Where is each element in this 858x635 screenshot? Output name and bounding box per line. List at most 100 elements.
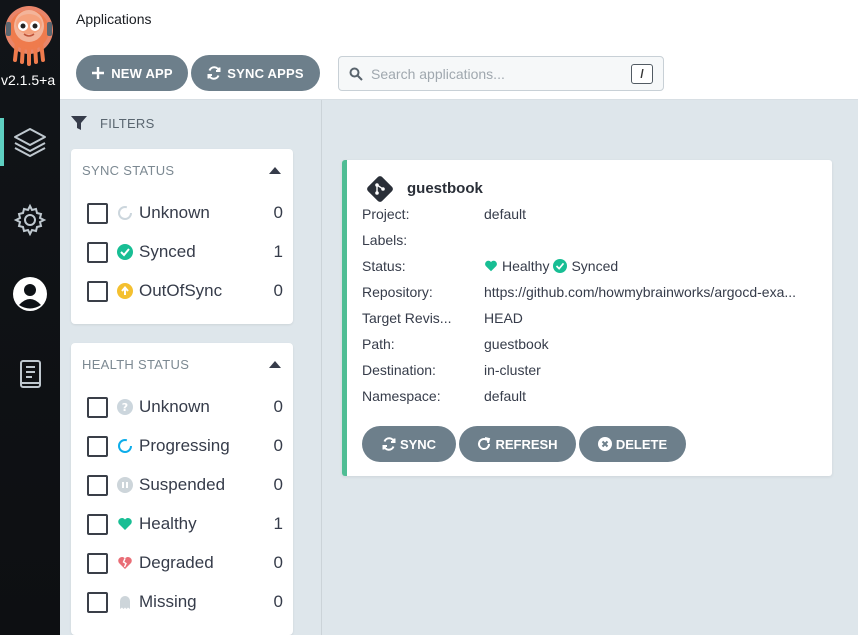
health-filter-healthy: Healthy 1 [87,511,283,537]
toolbar: NEW APP SYNC APPS / [60,48,858,100]
layers-icon [14,128,46,157]
health-healthy-label: Healthy [139,514,197,533]
app-sync-label: SYNC [399,436,437,452]
filters-header: FILTERS [70,114,155,132]
check-circle-icon [553,259,568,273]
filters-heading: FILTERS [100,115,155,131]
field-value: https://github.com/howmybrainworks/argoc… [484,284,797,300]
nav-user-info[interactable] [0,266,60,322]
app-sync-button[interactable]: SYNC [362,426,456,462]
health-unknown-checkbox[interactable] [87,396,108,418]
search-icon [349,67,363,81]
user-icon [13,277,47,311]
sync-filter-outofsync: OutOfSync 0 [87,278,283,304]
field-key: Target Revis... [362,310,452,326]
health-missing-count: 0 [273,592,283,611]
nav-settings[interactable] [0,192,60,248]
times-circle-icon [597,437,612,451]
app-refresh-label: REFRESH [495,436,558,452]
health-degraded-checkbox[interactable] [87,552,108,574]
health-suspended-label: Suspended [139,475,226,494]
health-status-text: Healthy [502,258,550,274]
filter-icon [71,116,87,130]
health-healthy-count: 1 [273,514,283,533]
search-box: / [338,56,664,91]
field-key: Repository: [362,284,433,300]
plus-icon [92,67,105,79]
field-value: default [484,206,527,222]
top-bar: Applications [60,0,858,48]
circle-notch-icon [118,206,132,220]
health-progressing-checkbox[interactable] [87,435,108,457]
nav-documentation[interactable] [0,346,60,402]
field-key: Destination: [362,362,436,378]
arrow-up-circle-icon [117,283,133,299]
circle-notch-icon [118,439,132,453]
version-label: v2.1.5+a [1,72,56,88]
health-healthy-checkbox[interactable] [87,513,108,535]
pause-circle-icon [117,477,133,493]
sync-status-text: Synced [571,258,619,274]
app-refresh-button[interactable]: REFRESH [459,426,576,462]
sync-unknown-count: 0 [273,203,283,222]
field-key: Path: [362,336,395,352]
app-name: guestbook [407,180,483,197]
health-status-filter: HEALTH STATUS ? Unknown 0 Progressing 0 … [71,343,293,635]
field-destination: Destination: in-cluster [362,362,822,382]
sync-apps-label: SYNC APPS [227,65,304,81]
question-circle-icon: ? [117,399,133,415]
collapse-sync-status-caret-icon[interactable] [269,167,281,174]
field-status: Status: Healthy Synced [362,258,822,278]
broken-heart-icon [118,557,132,569]
field-value: default [484,388,527,404]
field-target-revision: Target Revis... HEAD [362,310,822,330]
search-input[interactable] [371,65,621,82]
sync-outofsync-count: 0 [273,281,283,300]
field-key: Project: [362,206,410,222]
new-app-label: NEW APP [111,65,173,81]
sync-synced-count: 1 [273,242,283,261]
health-filter-unknown: ? Unknown 0 [87,394,283,420]
sync-status-title: SYNC STATUS [82,163,175,178]
argo-logo-icon[interactable] [4,4,54,66]
health-degraded-count: 0 [273,553,283,572]
app-delete-button[interactable]: DELETE [579,426,686,462]
collapse-health-status-caret-icon[interactable] [269,361,281,368]
health-filter-degraded: Degraded 0 [87,550,283,576]
sync-icon [382,437,396,451]
app-tile-guestbook[interactable]: guestbook Project: default Labels: Statu… [342,160,832,476]
sync-status-filter: SYNC STATUS Unknown 0 Synced 1 OutOfSync… [71,149,293,324]
health-progressing-label: Progressing [139,436,230,455]
health-unknown-label: Unknown [139,397,210,416]
health-missing-checkbox[interactable] [87,591,108,613]
filters-panel: FILTERS SYNC STATUS Unknown 0 Synced 1 O… [60,100,322,635]
field-value: guestbook [484,336,549,352]
nav-applications[interactable] [0,114,60,170]
field-key: Status: [362,258,406,274]
docs-icon [20,360,41,388]
field-labels: Labels: [362,232,822,252]
health-progressing-count: 0 [273,436,283,455]
git-icon [367,176,393,202]
field-repository: Repository: https://github.com/howmybrai… [362,284,822,304]
health-missing-label: Missing [139,592,197,611]
sync-apps-button[interactable]: SYNC APPS [191,55,320,91]
health-suspended-checkbox[interactable] [87,474,108,496]
field-path: Path: guestbook [362,336,822,356]
field-value: in-cluster [484,362,541,378]
health-filter-progressing: Progressing 0 [87,433,283,459]
sync-synced-checkbox[interactable] [87,241,108,263]
health-status-title: HEALTH STATUS [82,357,190,372]
new-app-button[interactable]: NEW APP [76,55,188,91]
sync-icon [207,66,221,80]
gear-icon [13,203,47,237]
ghost-icon [120,596,130,609]
heart-icon [118,518,132,530]
sync-unknown-checkbox[interactable] [87,202,108,224]
field-value: HEAD [484,310,523,326]
side-nav: v2.1.5+a [0,0,60,635]
field-key: Namespace: [362,388,441,404]
sync-synced-label: Synced [139,242,196,261]
sync-outofsync-checkbox[interactable] [87,280,108,302]
check-circle-icon [117,244,133,260]
